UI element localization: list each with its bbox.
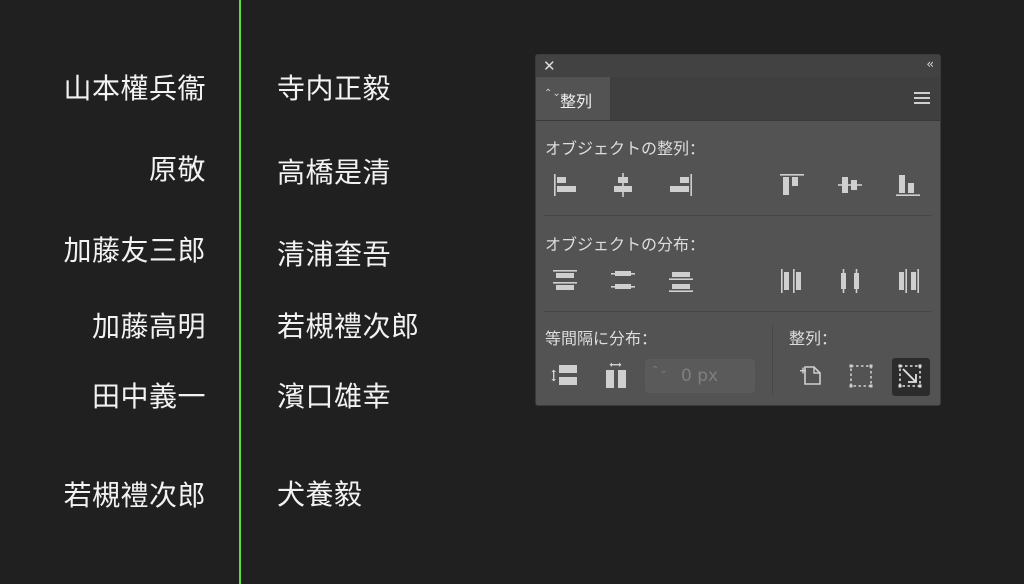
distribute-bottom-icon: [669, 272, 693, 292]
align-to-key-object-button[interactable]: [792, 358, 828, 394]
vertical-distribute-space-icon: [551, 365, 577, 385]
left-name-3[interactable]: 加藤友三郎: [63, 234, 206, 268]
right-name-2[interactable]: 高橋是清: [277, 156, 391, 190]
vertical-guide-line[interactable]: [239, 0, 241, 584]
distribute-horizontal-center-icon: [841, 269, 859, 293]
horizontal-distribute-space-icon: [606, 362, 626, 388]
align-horizontal-center-button[interactable]: [605, 167, 641, 203]
right-name-6[interactable]: 犬養毅: [277, 478, 363, 512]
left-name-4[interactable]: 加藤高明: [92, 310, 206, 344]
left-name-2[interactable]: 原敬: [149, 153, 206, 187]
distribute-left-icon: [781, 269, 801, 293]
distribute-right-icon: [899, 269, 919, 293]
spacing-value-input[interactable]: ⌃⌄ 0 px: [645, 359, 755, 393]
collapse-icon[interactable]: ‹‹: [926, 57, 933, 71]
right-name-4[interactable]: 若槻禮次郎: [277, 310, 420, 344]
distribute-vertical-center-icon: [611, 271, 635, 289]
left-name-1[interactable]: 山本權兵衞: [63, 72, 206, 106]
align-top-button[interactable]: [774, 167, 810, 203]
tab-align[interactable]: ⌃⌄ 整列: [536, 77, 610, 120]
selection-icon: [849, 364, 873, 388]
section-divider-2: [544, 311, 932, 312]
align-bottom-button[interactable]: [890, 167, 926, 203]
panel-titlebar[interactable]: ✕ ‹‹: [536, 55, 940, 78]
distribute-vertical-center-button[interactable]: [605, 263, 641, 299]
left-name-5[interactable]: 田中義一: [92, 380, 206, 414]
right-name-5[interactable]: 濱口雄幸: [277, 380, 391, 414]
align-left-button[interactable]: [547, 167, 583, 203]
distribute-left-button[interactable]: [774, 263, 810, 299]
align-left-icon: [554, 174, 576, 196]
close-icon[interactable]: ✕: [543, 57, 556, 75]
key-object-icon: [800, 366, 821, 385]
align-right-button[interactable]: [663, 167, 699, 203]
align-top-icon: [780, 174, 804, 195]
artboard-icon: [898, 364, 922, 388]
right-name-3[interactable]: 清浦奎吾: [277, 238, 391, 272]
right-name-1[interactable]: 寺内正毅: [277, 72, 391, 106]
align-right-icon: [670, 174, 692, 196]
align-vertical-center-icon: [838, 177, 862, 193]
distribute-bottom-button[interactable]: [663, 263, 699, 299]
align-objects-label: オブジェクトの整列：: [545, 139, 706, 158]
align-panel: ✕ ‹‹ ⌃⌄ 整列 オブジェクトの整列： オブジェクトの分布： 等間隔に分布：…: [535, 54, 941, 406]
align-horizontal-center-icon: [614, 173, 632, 197]
panel-menu-icon[interactable]: [914, 92, 930, 104]
tab-align-label: 整列: [560, 92, 593, 111]
align-to-selection-button[interactable]: [843, 358, 879, 394]
align-to-artboard-button[interactable]: [892, 358, 930, 396]
distribute-top-icon: [553, 270, 577, 290]
spacing-stepper-icon[interactable]: ⌃⌄: [651, 365, 668, 376]
panel-tabbar: ⌃⌄ 整列: [536, 77, 940, 121]
left-name-6[interactable]: 若槻禮次郎: [63, 479, 206, 513]
horizontal-distribute-space-button[interactable]: [598, 358, 634, 394]
align-to-label: 整列：: [789, 329, 838, 348]
vertical-distribute-space-button[interactable]: [547, 358, 583, 394]
section-vertical-divider: [772, 325, 773, 395]
align-vertical-center-button[interactable]: [832, 167, 868, 203]
spacing-value: 0 px: [681, 366, 719, 386]
align-bottom-icon: [896, 175, 920, 196]
section-divider-1: [544, 215, 932, 216]
distribute-horizontal-center-button[interactable]: [832, 263, 868, 299]
tab-updown-icon: ⌃⌄: [544, 88, 561, 99]
distribute-top-button[interactable]: [547, 263, 583, 299]
distribute-spacing-label: 等間隔に分布：: [545, 329, 658, 348]
distribute-right-button[interactable]: [890, 263, 926, 299]
distribute-objects-label: オブジェクトの分布：: [545, 235, 706, 254]
